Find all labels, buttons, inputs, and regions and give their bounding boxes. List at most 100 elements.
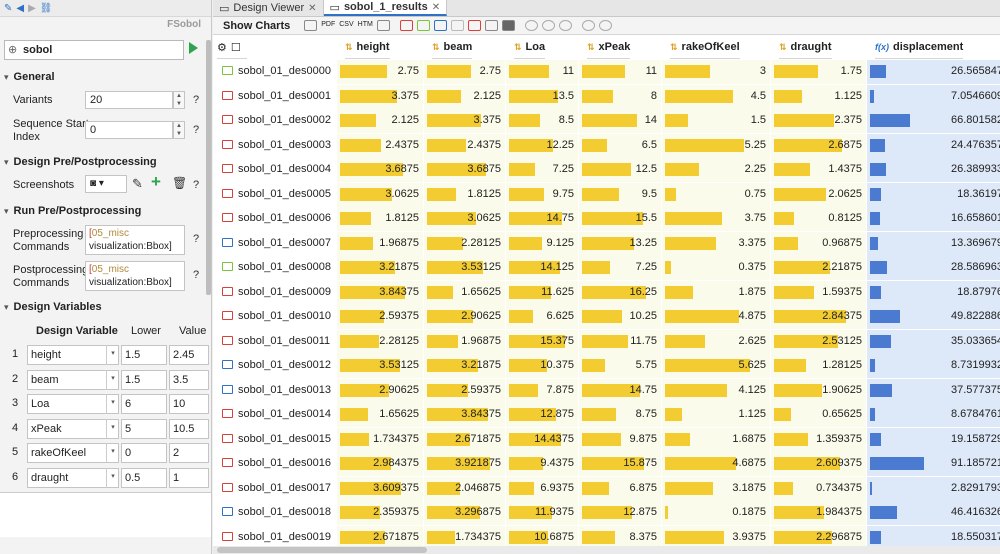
cell-Loa[interactable]: 14.75 (506, 207, 578, 231)
cell-Loa[interactable]: 11.625 (506, 280, 578, 305)
chevron-down-icon[interactable]: ▾ (106, 418, 119, 439)
design-name[interactable]: sobol_01_des0011 (238, 335, 330, 347)
cell-rakeOfKeel[interactable]: 4.875 (662, 305, 770, 329)
value-input[interactable]: 2.45 (169, 345, 209, 365)
cell-height[interactable]: 3.6875 (337, 158, 423, 182)
cell-displacement[interactable]: 13.369679 (867, 231, 1000, 256)
cell-draught[interactable]: 2.609375 (771, 452, 866, 476)
cell-rakeOfKeel[interactable]: 4.125 (662, 378, 770, 403)
design-name[interactable]: sobol_01_des0018 (238, 506, 331, 518)
cell-displacement[interactable]: 18.36197 (867, 182, 1000, 207)
cell-beam[interactable]: 3.375 (424, 109, 505, 133)
cell-height[interactable]: 1.8125 (337, 207, 423, 231)
cell-rakeOfKeel[interactable]: 1.875 (662, 280, 770, 305)
design-folder-icon[interactable] (222, 482, 233, 492)
gear-icon[interactable]: ⊕ (8, 41, 17, 59)
design-name[interactable]: sobol_01_des0017 (238, 482, 331, 494)
design-folder-icon[interactable] (222, 164, 233, 173)
cell-draught[interactable]: 1.125 (771, 84, 866, 109)
design-folder-icon[interactable] (222, 458, 233, 467)
cell-draught[interactable]: 1.4375 (771, 158, 866, 182)
design-name[interactable]: sobol_01_des0003 (238, 139, 331, 151)
cell-beam[interactable]: 2.125 (424, 84, 505, 109)
table-row[interactable]: sobol_01_des0017 3.609375 2.046875 6.9375 6.… (213, 476, 1000, 501)
column-header-beam[interactable]: ⇅ beam (432, 36, 473, 59)
table-row[interactable]: sobol_01_des0018 2.359375 3.296875 11.9375 1… (213, 501, 1000, 525)
export-icon[interactable] (484, 20, 498, 31)
scroll-thumb[interactable] (217, 547, 427, 553)
design-folder-icon[interactable] (222, 384, 233, 394)
cell-Loa[interactable]: 11 (506, 60, 578, 84)
cell-draught[interactable]: 1.75 (771, 60, 866, 84)
chevron-down-icon[interactable]: ▾ (106, 443, 119, 464)
cell-beam[interactable]: 2.75 (424, 60, 505, 84)
camera-dropdown[interactable]: ◙ ▾ (85, 175, 127, 193)
cell-draught[interactable]: 2.53125 (771, 329, 866, 354)
cell-xPeak[interactable]: 13.25 (579, 231, 661, 256)
table-row[interactable]: sobol_01_des0005 3.0625 1.8125 9.75 9.5 0.75 2… (213, 182, 1000, 207)
select-all-checkbox[interactable]: ☐ (231, 41, 241, 54)
cell-beam[interactable]: 2.046875 (424, 476, 505, 501)
cell-Loa[interactable]: 11.9375 (506, 501, 578, 525)
cell-xPeak[interactable]: 9.875 (579, 427, 661, 452)
design-name[interactable]: sobol_01_des0013 (238, 384, 331, 396)
cell-Loa[interactable]: 13.5 (506, 84, 578, 109)
cell-Loa[interactable]: 6.9375 (506, 476, 578, 501)
table-row[interactable]: sobol_01_des0008 3.21875 3.53125 14.125 7.25… (213, 256, 1000, 280)
folder-green-icon[interactable] (416, 20, 430, 31)
design-folder-icon[interactable] (222, 531, 233, 541)
folder-red-icon[interactable] (399, 20, 413, 31)
lower-input[interactable]: 5 (121, 418, 167, 439)
cell-rakeOfKeel[interactable]: 0.75 (662, 182, 770, 207)
cell-draught[interactable]: 2.375 (771, 109, 866, 133)
close-icon[interactable]: ✕ (308, 3, 316, 14)
chevron-down-icon[interactable]: ▾ (106, 345, 119, 365)
design-name[interactable]: sobol_01_des0014 (238, 408, 331, 420)
value-input[interactable]: 3.5 (169, 369, 209, 390)
section-general[interactable]: ▾ General (4, 71, 55, 83)
section-run-pp[interactable]: ▾ Run Pre/Postprocessing (4, 205, 141, 217)
cell-draught[interactable]: 2.6875 (771, 133, 866, 158)
cell-beam[interactable]: 3.921875 (424, 452, 505, 476)
cell-height[interactable]: 3.53125 (337, 354, 423, 378)
cell-xPeak[interactable]: 15.5 (579, 207, 661, 231)
design-name[interactable]: sobol_01_des0015 (238, 433, 331, 445)
cell-rakeOfKeel[interactable]: 1.5 (662, 109, 770, 133)
cell-rakeOfKeel[interactable]: 5.625 (662, 354, 770, 378)
design-folder-icon[interactable] (222, 262, 233, 271)
variants-stepper[interactable]: ▲ ▼ (173, 91, 185, 109)
cell-xPeak[interactable]: 14 (579, 109, 661, 133)
chevron-down-icon[interactable]: ▾ (106, 468, 119, 488)
name-field[interactable]: ⊕ sobol (4, 40, 184, 60)
htm-export-button[interactable]: HTM (358, 20, 373, 31)
design-folder-icon[interactable] (222, 360, 233, 369)
cell-height[interactable]: 3.84375 (337, 280, 423, 305)
design-folder-icon[interactable] (222, 507, 233, 516)
table-row[interactable]: sobol_01_des0012 3.53125 3.21875 10.375 5.75… (213, 354, 1000, 378)
design-folder-icon[interactable] (222, 409, 233, 418)
cell-draught[interactable]: 0.65625 (771, 403, 866, 427)
table-row[interactable]: sobol_01_des0004 3.6875 3.6875 7.25 12.5 2.25… (213, 158, 1000, 182)
cell-Loa[interactable]: 14.4375 (506, 427, 578, 452)
design-name[interactable]: sobol_01_des0007 (238, 237, 331, 249)
help-icon[interactable]: ? (193, 179, 199, 191)
design-variable-row[interactable]: 6 draught ▾ 0.5 1 (0, 466, 211, 490)
table-row[interactable]: sobol_01_des0000 2.75 2.75 11 11 3 1.75 26.5658… (213, 60, 1000, 84)
cell-xPeak[interactable]: 12.5 (579, 158, 661, 182)
design-variable-row[interactable]: 2 beam ▾ 1.5 3.5 (0, 368, 211, 392)
design-name[interactable]: sobol_01_des0010 (238, 310, 331, 322)
cell-displacement[interactable]: 66.801582 (867, 109, 1000, 133)
column-header-rakeOfKeel[interactable]: ⇅ rakeOfKeel (670, 36, 740, 59)
cell-beam[interactable]: 2.28125 (424, 231, 505, 256)
cell-height[interactable]: 2.59375 (337, 305, 423, 329)
cell-draught[interactable]: 1.28125 (771, 354, 866, 378)
cell-beam[interactable]: 3.53125 (424, 256, 505, 280)
run-button[interactable] (189, 42, 198, 54)
design-folder-icon[interactable] (222, 90, 233, 100)
section-design-pp[interactable]: ▾ Design Pre/Postprocessing (4, 156, 157, 168)
cell-draught[interactable]: 2.0625 (771, 182, 866, 207)
cell-rakeOfKeel[interactable]: 0.375 (662, 256, 770, 280)
tab-design-viewer[interactable]: ▭ Design Viewer ✕ (213, 0, 324, 16)
table-row[interactable]: sobol_01_des0006 1.8125 3.0625 14.75 15.5 3.7… (213, 207, 1000, 231)
cell-beam[interactable]: 3.84375 (424, 403, 505, 427)
